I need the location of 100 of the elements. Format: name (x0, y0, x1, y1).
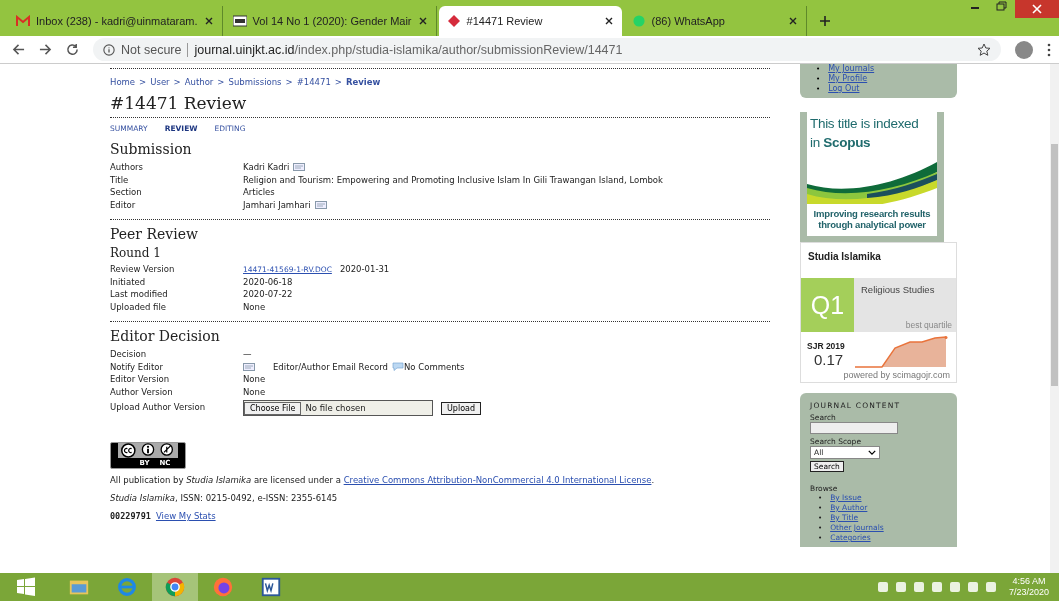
breadcrumb-link[interactable]: #14471 (296, 77, 331, 87)
chrome-icon (164, 576, 186, 598)
browser-tab[interactable]: Vol 14 No 1 (2020): Gender Mair (224, 6, 437, 36)
security-label: Not secure (121, 42, 182, 57)
account-link[interactable]: My Profile (828, 74, 868, 84)
info-icon (103, 43, 115, 56)
field-label: Notify Editor (110, 361, 164, 372)
breadcrumb-separator: > (139, 77, 147, 87)
document-w-icon (260, 576, 282, 598)
clock-date: 7/23/2020 (1008, 587, 1049, 598)
field-label: Editor Version (110, 374, 171, 385)
quartile-note: best quartile (905, 320, 952, 330)
scrollbar[interactable] (1050, 64, 1059, 573)
windows-start-icon[interactable] (16, 577, 36, 597)
breadcrumb-separator: > (334, 77, 342, 87)
field-label: Editor (110, 199, 137, 210)
tab-title: Vol 14 No 1 (2020): Gender Mair (252, 15, 412, 27)
tray-icon[interactable] (912, 581, 925, 593)
breadcrumb-link[interactable]: Author (184, 77, 214, 87)
close-icon[interactable] (417, 16, 428, 26)
plus-icon[interactable] (818, 15, 831, 27)
envelope-icon[interactable] (243, 362, 255, 371)
tray-icon[interactable] (984, 581, 997, 593)
field-label: Upload Author Version (110, 402, 207, 412)
breadcrumb-link[interactable]: Review (345, 77, 381, 87)
envelope-icon[interactable] (293, 163, 306, 172)
page-title: #14471 Review (110, 93, 248, 113)
tray-icon[interactable] (948, 581, 961, 593)
field-value: Kadri Kadri (243, 162, 290, 173)
close-icon[interactable] (203, 16, 214, 26)
envelope-icon[interactable] (314, 200, 327, 209)
field-value: None (243, 386, 266, 397)
quartile-badge: Q1 (801, 278, 854, 332)
field-value: None (243, 301, 266, 312)
section-heading: Peer Review (110, 226, 199, 242)
close-window-icon[interactable] (1015, 0, 1059, 18)
breadcrumb-link[interactable]: Submissions (228, 77, 282, 87)
tray-icon[interactable] (876, 581, 889, 593)
scrollbar-thumb[interactable] (1051, 144, 1058, 386)
field-label: Last modified (110, 289, 169, 300)
banner-tagline: Improving research results through analytical power (812, 207, 932, 232)
search-field[interactable] (810, 422, 898, 434)
field-label: Authors (110, 162, 145, 173)
diamond-icon (446, 15, 461, 27)
file-input[interactable]: Choose File No file chosen (243, 400, 433, 416)
back-arrow-icon[interactable] (12, 43, 25, 56)
clock-time: 4:56 AM (1012, 576, 1046, 587)
license-symbols-icon (118, 443, 178, 458)
breadcrumb-separator: > (285, 77, 293, 87)
choose-file-button[interactable]: Choose File (244, 401, 302, 415)
tray-icon[interactable] (930, 581, 943, 593)
avatar[interactable] (1015, 40, 1033, 59)
section-heading: Submission (110, 141, 193, 157)
field-label: Author Version (110, 386, 174, 397)
field-value: 2020-01-31 (339, 264, 390, 275)
tray-icon[interactable] (894, 581, 907, 593)
breadcrumb-link[interactable]: Home (110, 77, 136, 87)
menu-icon[interactable] (1047, 42, 1051, 57)
speech-bubble-icon[interactable] (392, 362, 404, 372)
address-bar[interactable]: Not secure journal.uinjkt.ac.id/index.php/studia-islamika/author/submissionReview/14471 (93, 38, 1001, 61)
scopus-banner[interactable]: This title is indexed in Scopus Improving research results through analytical power (800, 112, 944, 242)
browser-tab[interactable]: (86) WhatsApp (623, 6, 807, 36)
file-status: No file chosen (305, 403, 366, 413)
close-icon[interactable] (787, 16, 798, 26)
tab-title: #14471 Review (466, 15, 544, 27)
field-label: Uploaded file (110, 301, 168, 312)
upload-button[interactable]: Upload (441, 401, 482, 415)
sjr-value: 0.17 (814, 351, 845, 368)
stats-link[interactable]: View My Stats (155, 511, 216, 521)
field-label: Section (110, 187, 143, 198)
browser-tab[interactable]: #14471 Review (438, 6, 622, 36)
journal-name: Studia Islamika (807, 250, 882, 264)
browser-tab[interactable]: Inbox (238) - kadri@uinmataram. (8, 6, 223, 36)
field-label: Decision (110, 349, 148, 360)
account-link[interactable]: Log Out (828, 84, 860, 94)
breadcrumb-separator: > (173, 77, 181, 87)
star-icon[interactable] (977, 42, 991, 57)
tab-title: (86) WhatsApp (651, 15, 726, 27)
sjr-widget[interactable]: Studia Islamika Q1 Religious Studies best quartile SJR 2019 0.17 powered by scimagojr.com (800, 242, 957, 383)
fox-globe-icon (212, 576, 234, 598)
tray-icon[interactable] (966, 581, 979, 593)
tab-title: Inbox (238) - kadri@uinmataram. (36, 15, 198, 27)
round-heading: Round 1 (110, 246, 162, 260)
email-record-label: Editor/Author Email Record (273, 361, 388, 372)
field-label: Review Version (110, 264, 176, 275)
section-heading: Editor Decision (110, 328, 221, 344)
logo-icon (232, 15, 247, 27)
field-value: 2020-06-18 (243, 276, 293, 287)
reload-icon[interactable] (66, 43, 79, 56)
field-value: — (243, 349, 252, 360)
license-text: All publication by Studia Islamika are licensed under a Creative Commons Attribution-NonCommercial 4.0 International License. (110, 474, 656, 487)
forward-arrow-icon[interactable] (39, 43, 52, 56)
mail-icon (16, 15, 30, 27)
breadcrumb-link[interactable]: User (150, 77, 170, 87)
breadcrumb-separator: > (217, 77, 225, 87)
close-icon[interactable] (603, 16, 614, 26)
account-link[interactable]: My Journals (828, 64, 875, 74)
visitor-counter: 00229791 (110, 511, 151, 521)
url-text: journal.uinjkt.ac.id/index.php/studia-islamika/author/submissionReview/14471 (194, 42, 623, 57)
browser-e-icon (116, 576, 138, 598)
